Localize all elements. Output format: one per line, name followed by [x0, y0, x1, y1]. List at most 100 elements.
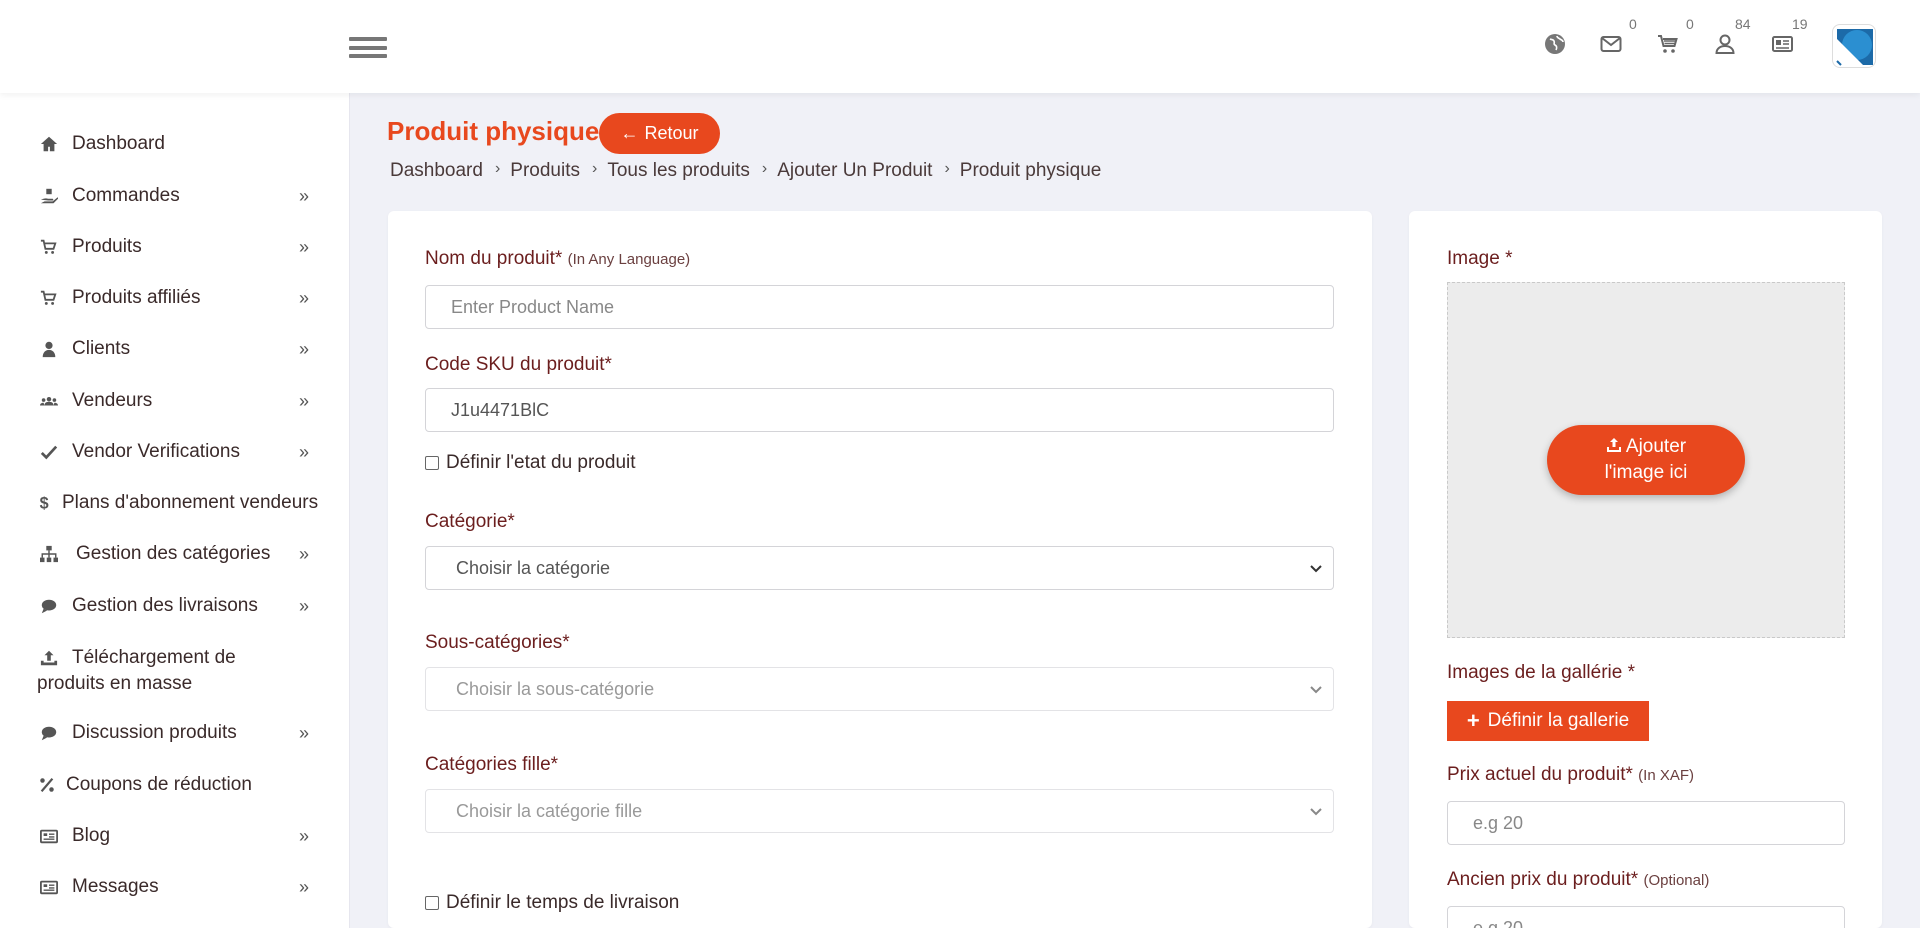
- sku-label: Code SKU du produit*: [425, 354, 612, 375]
- users-icon: [38, 391, 60, 411]
- upload-icon: [38, 648, 60, 668]
- chevron-double-right-icon: »: [298, 390, 309, 411]
- cart-icon[interactable]: [1654, 30, 1682, 58]
- sidebar-item-label: Gestion des livraisons: [72, 595, 258, 616]
- price-label: Prix actuel du produit* (In XAF): [1447, 764, 1695, 785]
- sidebar-item-coupons[interactable]: Coupons de réduction: [38, 774, 318, 796]
- sku-input[interactable]: J1u4471BlC: [425, 388, 1334, 432]
- newspaper-icon: [38, 826, 60, 846]
- checkbox-label: Définir l'etat du produit: [446, 452, 636, 473]
- chevron-double-right-icon: »: [298, 185, 309, 206]
- percent-icon: [38, 775, 56, 795]
- childcategory-select-value: Choisir la catégorie fille: [456, 800, 643, 821]
- upload-image-button[interactable]: Ajouter l'image ici: [1547, 425, 1745, 495]
- subcategory-label: Sous-catégories*: [425, 632, 570, 653]
- price-input[interactable]: e.g 20: [1447, 801, 1845, 845]
- childcategory-label: Catégories fille*: [425, 754, 559, 775]
- upload-label-line1: Ajouter: [1625, 436, 1687, 457]
- product-name-input[interactable]: Enter Product Name: [425, 285, 1334, 329]
- sidebar-item-label: Coupons de réduction: [66, 774, 252, 795]
- checkbox-box[interactable]: [425, 456, 439, 470]
- sidebar-item-label: Plans d'abonnement vendeurs: [62, 492, 319, 513]
- sidebar-item-label: Gestion des catégories: [76, 543, 271, 564]
- chevron-double-right-icon: »: [298, 825, 309, 846]
- hand-box-icon: [38, 186, 60, 206]
- menu-toggle-icon[interactable]: [349, 37, 387, 63]
- sidebar-item-label: Produits affiliés: [72, 287, 201, 308]
- cart-badge: 0: [1686, 16, 1694, 32]
- newspaper-icon[interactable]: [1768, 30, 1796, 58]
- childcategory-select[interactable]: Choisir la catégorie fille: [425, 789, 1334, 833]
- product-condition-checkbox[interactable]: Définir l'etat du produit: [425, 452, 636, 474]
- breadcrumb-item[interactable]: Ajouter Un Produit: [777, 160, 932, 182]
- subcategory-select-value: Choisir la sous-catégorie: [456, 678, 655, 699]
- sidebar-item-label: Blog: [72, 825, 111, 846]
- chevron-right-icon: ›: [761, 160, 768, 177]
- old-price-label: Ancien prix du produit* (Optional): [1447, 869, 1710, 890]
- sidebar-item-commandes[interactable]: Commandes »: [38, 185, 318, 207]
- back-button-label: Retour: [644, 123, 699, 143]
- upload-icon: [1606, 438, 1621, 452]
- sidebar-item-telechargement-masse[interactable]: Téléchargement de produits en masse: [37, 645, 318, 697]
- back-button[interactable]: ← Retour: [599, 113, 720, 154]
- sidebar-item-plans-abonnement[interactable]: $ Plans d'abonnement vendeurs: [38, 492, 338, 514]
- globe-icon[interactable]: [1541, 30, 1569, 58]
- user-icon: [38, 339, 60, 359]
- chevron-double-right-icon: »: [298, 338, 309, 359]
- sidebar-item-produits-affilies[interactable]: Produits affiliés »: [38, 287, 318, 309]
- checkbox-label: Définir le temps de livraison: [446, 892, 680, 913]
- chevron-double-right-icon: »: [298, 236, 309, 257]
- chevron-double-right-icon: »: [298, 595, 309, 616]
- sidebar-item-dashboard[interactable]: Dashboard: [38, 133, 318, 155]
- newspaper-icon: [38, 877, 60, 897]
- breadcrumb-item[interactable]: Produits: [510, 160, 580, 182]
- svg-text:$: $: [40, 494, 49, 512]
- checkbox-box[interactable]: [425, 896, 439, 910]
- sidebar-item-messages[interactable]: Messages »: [38, 876, 318, 898]
- dollar-icon: $: [38, 493, 52, 513]
- sidebar-item-label: Clients: [72, 338, 131, 359]
- subcategory-select[interactable]: Choisir la sous-catégorie: [425, 667, 1334, 711]
- top-header: 0 0 84 19: [0, 0, 1920, 93]
- upload-label-line2: l'image ici: [1604, 462, 1688, 483]
- sidebar-item-blog[interactable]: Blog »: [38, 825, 318, 847]
- old-price-input[interactable]: e.g 20: [1447, 906, 1845, 928]
- chevron-double-right-icon: »: [298, 287, 309, 308]
- chevron-down-icon: [1310, 565, 1322, 573]
- chevron-right-icon: ›: [591, 160, 598, 177]
- breadcrumb-item[interactable]: Tous les produits: [607, 160, 750, 182]
- cart-icon: [38, 288, 60, 308]
- avatar[interactable]: [1832, 24, 1876, 68]
- sidebar-item-discussion-produits[interactable]: Discussion produits »: [38, 722, 318, 744]
- chevron-double-right-icon: »: [298, 722, 309, 743]
- sidebar-item-label-line2: produits en masse: [37, 673, 193, 694]
- plus-icon: +: [1466, 708, 1480, 733]
- sidebar-item-gestion-livraisons[interactable]: Gestion des livraisons »: [38, 595, 318, 617]
- set-gallery-button[interactable]: + Définir la gallerie: [1447, 701, 1649, 741]
- users-badge: 84: [1735, 16, 1751, 32]
- shipping-time-checkbox[interactable]: Définir le temps de livraison: [425, 892, 679, 914]
- sidebar-item-produits[interactable]: Produits »: [38, 236, 318, 258]
- chevron-double-right-icon: »: [298, 441, 309, 462]
- mail-icon[interactable]: [1597, 30, 1625, 58]
- sidebar-item-gestion-categories[interactable]: Gestion des catégories »: [38, 543, 318, 565]
- sidebar-item-clients[interactable]: Clients »: [38, 338, 318, 360]
- sidebar-item-label: Vendor Verifications: [72, 441, 240, 462]
- home-icon: [38, 134, 60, 154]
- gallery-button-label: Définir la gallerie: [1487, 710, 1630, 731]
- cart-icon: [38, 237, 60, 257]
- news-badge: 19: [1792, 16, 1808, 32]
- sitemap-icon: [38, 544, 60, 564]
- comment-icon: [38, 723, 60, 743]
- sidebar-item-label: Messages: [72, 876, 159, 897]
- category-select[interactable]: Choisir la catégorie: [425, 546, 1334, 590]
- chevron-down-icon: [1310, 808, 1322, 816]
- breadcrumb-item[interactable]: Dashboard: [390, 160, 483, 182]
- sidebar-item-vendor-verifications[interactable]: Vendor Verifications »: [38, 441, 318, 463]
- arrow-left-icon: ←: [620, 123, 639, 143]
- image-label: Image *: [1447, 248, 1513, 269]
- category-select-value: Choisir la catégorie: [456, 557, 611, 578]
- chevron-right-icon: ›: [944, 160, 950, 177]
- sidebar-item-vendeurs[interactable]: Vendeurs »: [38, 390, 318, 412]
- user-icon[interactable]: [1711, 30, 1739, 58]
